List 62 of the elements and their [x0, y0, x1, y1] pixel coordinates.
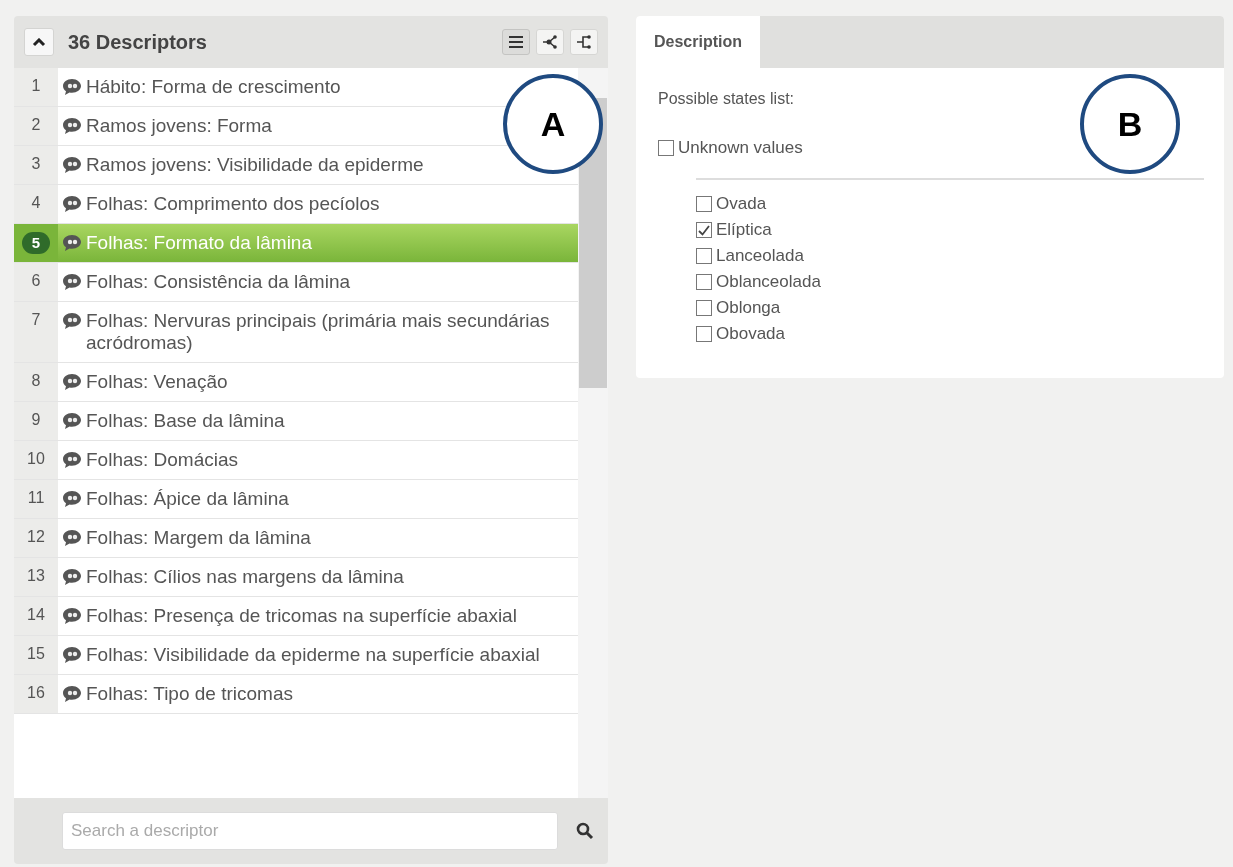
section-heading: Possible states list: — [658, 90, 796, 108]
row-number: 15 — [27, 645, 45, 664]
checkbox[interactable] — [696, 248, 712, 264]
tab[interactable]: Description — [636, 16, 760, 68]
speech-bubble-icon — [62, 646, 82, 664]
tree-icon — [542, 34, 558, 50]
checkbox[interactable] — [696, 196, 712, 212]
row-number: 4 — [31, 194, 41, 213]
speech-bubble-icon — [62, 156, 82, 174]
checkbox-label: Oblanceolada — [716, 272, 821, 292]
callout-marker: B — [1080, 74, 1180, 174]
speech-bubble-icon — [62, 312, 82, 330]
checkbox-label: Oblonga — [716, 298, 781, 318]
row-number: 12 — [27, 528, 45, 547]
checkbox-label: Obovada — [716, 324, 785, 344]
branch-view-button[interactable] — [570, 29, 598, 55]
speech-bubble-icon — [62, 234, 82, 252]
speech-bubble-icon — [62, 117, 82, 135]
row-number: 3 — [31, 155, 41, 174]
panel-title: 36 Descriptors — [68, 30, 208, 54]
row-number: 2 — [31, 116, 41, 135]
row-number: 10 — [27, 450, 45, 469]
row-number: 9 — [31, 411, 41, 430]
checkbox-label: Ovada — [716, 194, 767, 214]
row-number: 6 — [31, 272, 41, 291]
tree-view-button[interactable] — [536, 29, 564, 55]
search-icon — [576, 822, 594, 840]
row-number: 7 — [31, 311, 41, 330]
speech-bubble-icon — [62, 685, 82, 703]
speech-bubble-icon — [62, 412, 82, 430]
checkbox-label: Unknown values — [678, 138, 803, 158]
checkbox-label: Lanceolada — [716, 246, 804, 266]
collapse-button[interactable] — [24, 28, 54, 56]
search-field[interactable]: Search a descriptor — [62, 812, 558, 850]
row-number: 1 — [31, 77, 41, 96]
branch-icon — [576, 34, 592, 50]
speech-bubble-icon — [62, 568, 82, 586]
row-number: 8 — [31, 372, 41, 391]
row-number: 11 — [27, 489, 45, 508]
speech-bubble-icon — [62, 78, 82, 96]
checkbox[interactable] — [696, 300, 712, 316]
speech-bubble-icon — [62, 273, 82, 291]
speech-bubble-icon — [62, 529, 82, 547]
row-number: 5 — [21, 232, 51, 254]
list-icon — [508, 35, 524, 49]
row-number: 14 — [27, 606, 45, 625]
speech-bubble-icon — [62, 373, 82, 391]
row-number: 13 — [27, 567, 45, 586]
scrollbar[interactable] — [578, 68, 608, 798]
search-button[interactable] — [576, 822, 594, 840]
speech-bubble-icon — [62, 451, 82, 469]
row-number: 16 — [27, 684, 45, 703]
chevron-up-icon — [32, 37, 46, 47]
speech-bubble-icon — [62, 195, 82, 213]
checkbox[interactable] — [658, 140, 674, 156]
checkbox[interactable] — [696, 222, 712, 238]
checkbox-label: Elíptica — [716, 220, 772, 240]
speech-bubble-icon — [62, 607, 82, 625]
speech-bubble-icon — [62, 490, 82, 508]
checkbox[interactable] — [696, 326, 712, 342]
checkbox[interactable] — [696, 274, 712, 290]
list-view-button[interactable] — [502, 29, 530, 55]
